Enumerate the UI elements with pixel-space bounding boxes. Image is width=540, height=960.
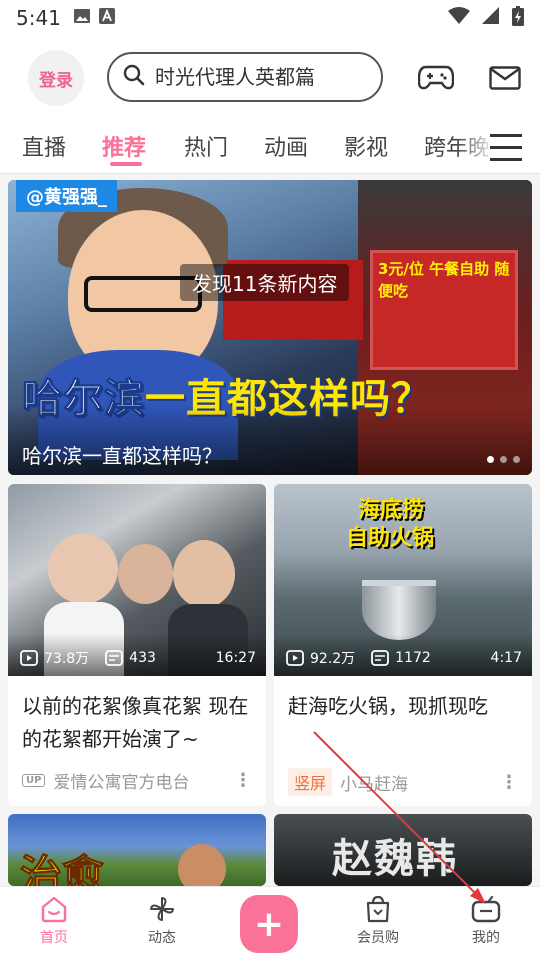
video-thumbnail: 治愈 bbox=[8, 814, 266, 886]
comment-count: 1172 bbox=[395, 650, 431, 666]
status-bar: 5:41 bbox=[0, 0, 540, 36]
video-card[interactable]: 赵魏韩 bbox=[274, 814, 532, 886]
thumb-person bbox=[178, 844, 226, 886]
video-card[interactable]: 73.8万 433 16:27 以前的花絮像真花絮 现在的花絮都开始演了~ UP… bbox=[8, 484, 266, 806]
up-badge: UP bbox=[22, 774, 46, 787]
video-stats: 92.2万 1172 4:17 bbox=[286, 648, 522, 668]
thumb-person bbox=[48, 534, 118, 604]
banner-sign-text: 3元/位 午餐自助 随便吃 bbox=[378, 260, 510, 300]
search-box[interactable] bbox=[107, 52, 383, 102]
vertical-badge: 竖屏 bbox=[288, 768, 333, 796]
search-input[interactable] bbox=[155, 65, 375, 89]
search-icon bbox=[123, 64, 145, 90]
upload-plus-button[interactable]: + bbox=[240, 895, 298, 953]
thumb-overlay: 治愈 bbox=[19, 851, 105, 887]
nav-dynamic-label: 动态 bbox=[148, 930, 176, 946]
a-notification-icon bbox=[98, 8, 115, 28]
video-stats: 73.8万 433 16:27 bbox=[20, 648, 256, 668]
danmaku-count-icon bbox=[105, 650, 124, 666]
shopping-bag-icon bbox=[366, 895, 390, 923]
carousel-dot bbox=[500, 456, 507, 463]
banner-carousel[interactable]: 3元/位 午餐自助 随便吃 @黄强强_ 发现11条新内容 哈尔滨一直都这样吗？ … bbox=[8, 180, 532, 475]
category-tabs: 直播 推荐 热门 动画 影视 跨年晚 bbox=[0, 122, 540, 174]
video-title: 赶海吃火锅，现抓现吃 bbox=[288, 694, 488, 718]
tab-recommend[interactable]: 推荐 bbox=[102, 130, 146, 162]
video-title: 以前的花絮像真花絮 现在的花絮都开始演了~ bbox=[22, 694, 249, 751]
tab-menu-icon[interactable] bbox=[488, 128, 524, 168]
danmaku-count-icon bbox=[371, 650, 390, 666]
tab-anime[interactable]: 动画 bbox=[264, 130, 308, 162]
bottom-navigation: 首页 动态 + 会员购 我的 bbox=[0, 886, 540, 960]
play-count-icon bbox=[286, 650, 304, 666]
thumb-overlay: 赵魏韩 bbox=[332, 836, 458, 882]
nav-vip-label: 会员购 bbox=[357, 930, 399, 946]
active-tab-indicator bbox=[110, 162, 142, 166]
home-icon bbox=[41, 896, 67, 923]
video-author: 小马赶海 bbox=[340, 774, 409, 795]
thumb-pot bbox=[362, 580, 436, 640]
login-button[interactable]: 登录 bbox=[28, 50, 84, 106]
tab-live[interactable]: 直播 bbox=[22, 130, 66, 162]
comments-stat: 433 bbox=[105, 650, 156, 666]
video-card[interactable]: 治愈 bbox=[8, 814, 266, 886]
video-card[interactable]: 海底捞 自助火锅 92.2万 1172 4:17 赶海吃火锅，现抓现吃 竖屏 小… bbox=[274, 484, 532, 806]
video-meta: UP 爱情公寓官方电台 ⋮ bbox=[22, 768, 252, 793]
carousel-dot bbox=[487, 456, 494, 463]
image-notification-icon bbox=[73, 8, 91, 28]
banner-caption: 哈尔滨一直都这样吗？ bbox=[22, 444, 222, 468]
view-count: 92.2万 bbox=[310, 651, 356, 667]
battery-icon bbox=[512, 6, 524, 30]
carousel-dot bbox=[513, 456, 520, 463]
signal-icon bbox=[482, 7, 500, 29]
comments-stat: 1172 bbox=[371, 650, 431, 666]
tab-hot[interactable]: 热门 bbox=[184, 130, 228, 162]
nav-home[interactable]: 首页 bbox=[14, 895, 94, 947]
tab-film[interactable]: 影视 bbox=[344, 130, 388, 162]
mail-icon[interactable] bbox=[489, 66, 521, 94]
views-stat: 73.8万 bbox=[20, 648, 89, 668]
banner-uploader-tag: @黄强强_ bbox=[16, 180, 117, 212]
thumb-overlay-line2: 自助火锅 bbox=[346, 526, 435, 551]
nav-vip-shop[interactable]: 会员购 bbox=[338, 895, 418, 947]
game-controller-icon[interactable] bbox=[417, 62, 455, 96]
top-header: 登录 bbox=[0, 36, 540, 122]
tv-face-icon bbox=[471, 895, 501, 923]
thumb-person bbox=[118, 544, 173, 604]
nav-mine-label: 我的 bbox=[472, 930, 500, 946]
video-author: 爱情公寓官方电台 bbox=[53, 773, 190, 793]
more-options-icon[interactable]: ⋮ bbox=[500, 772, 518, 793]
pinwheel-icon bbox=[150, 897, 174, 921]
view-count: 73.8万 bbox=[44, 651, 90, 667]
video-meta: 竖屏 小马赶海 ⋮ bbox=[288, 768, 518, 796]
carousel-dots bbox=[487, 456, 520, 463]
video-thumbnail: 赵魏韩 bbox=[274, 814, 532, 886]
play-count-icon bbox=[20, 650, 38, 666]
wifi-icon bbox=[448, 7, 470, 29]
status-time: 5:41 bbox=[16, 6, 61, 30]
more-options-icon[interactable]: ⋮ bbox=[234, 770, 252, 791]
comment-count: 433 bbox=[129, 650, 156, 666]
nav-home-label: 首页 bbox=[40, 930, 68, 946]
nav-dynamic[interactable]: 动态 bbox=[122, 895, 202, 947]
thumb-person bbox=[173, 540, 235, 608]
video-duration: 16:27 bbox=[215, 650, 256, 666]
views-stat: 92.2万 bbox=[286, 648, 355, 668]
new-content-toast: 发现11条新内容 bbox=[180, 264, 350, 301]
nav-mine[interactable]: 我的 bbox=[446, 895, 526, 947]
video-duration: 4:17 bbox=[490, 650, 522, 666]
